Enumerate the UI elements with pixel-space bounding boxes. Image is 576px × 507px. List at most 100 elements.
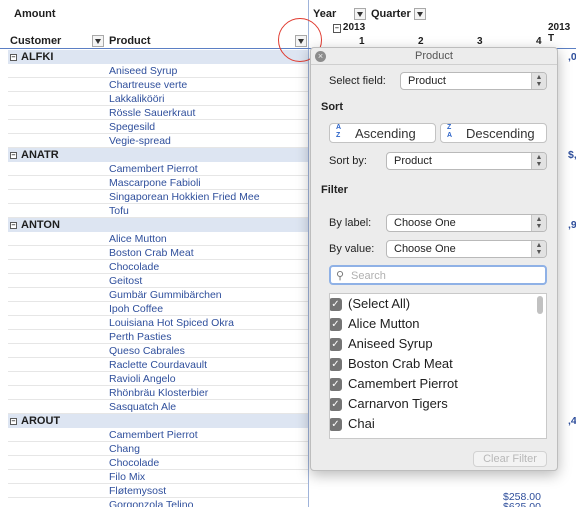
group-total: ,9 [568,219,576,231]
updown-icon: ▲ ▼ [531,73,546,89]
popover-title: × Product [311,48,557,65]
quarter-2: 2 [418,36,424,47]
group-total: ,4 [568,415,576,427]
checkbox-checked-icon[interactable]: ✓ [329,438,342,439]
by-value-label: By value: [329,243,375,255]
product-row-label[interactable]: Lakkalikööri [109,92,164,106]
quarter-filter-dropdown[interactable] [414,8,426,20]
product-row-label[interactable]: Ravioli Angelo [109,372,176,386]
checkbox-checked-icon[interactable]: ✓ [330,378,342,391]
column-divider [308,0,309,507]
filter-checkbox-list[interactable]: ✓ (Select All) ✓ Alice Mutton ✓ Aniseed Syrup… [329,293,547,439]
filter-item-label: Chai [348,416,375,431]
quarter-4: 4 [536,36,542,47]
filter-list-item[interactable]: ✓ Boston Crab Meat [330,354,453,374]
product-row-label[interactable]: Rhönbräu Klosterbier [109,386,208,400]
product-row-label[interactable]: Aniseed Syrup [109,64,177,78]
collapse-icon[interactable]: – [10,222,17,229]
product-row-label[interactable]: Rössle Sauerkraut [109,106,195,120]
updown-icon: ▲ ▼ [531,153,546,169]
quarter-3: 3 [477,36,483,47]
product-row-label[interactable]: Singaporean Hokkien Fried Mee [109,190,260,204]
list-scrollbar[interactable] [537,296,543,314]
row-divider [8,273,308,274]
filter-item-label: Alice Mutton [348,316,420,331]
updown-icon: ▲ ▼ [531,215,546,231]
quarter-header: Quarter [371,8,411,20]
value-cell: $625.00 [503,501,541,507]
product-row-label[interactable]: Queso Cabrales [109,344,185,358]
row-divider [8,119,308,120]
customer-group-row[interactable]: – ANATR [8,148,308,162]
customer-group-row[interactable]: – AROUT [8,414,308,428]
row-divider [8,469,308,470]
product-row-label[interactable]: Gorgonzola Telino [109,498,193,507]
product-row-label[interactable]: Filo Mix [109,470,145,484]
customer-header: Customer [10,35,62,47]
customer-name: ANTON [21,219,60,231]
checkbox-checked-icon[interactable]: ✓ [330,338,342,351]
filter-item-label: (Select All) [348,296,411,311]
customer-name: AROUT [21,415,61,427]
year-header: Year [313,8,337,20]
filter-item-label: Carnarvon Tigers [348,396,448,411]
sort-ascending-button[interactable]: A Z Ascending [329,123,436,143]
checkbox-checked-icon[interactable]: ✓ [330,298,342,311]
product-row-label[interactable]: Spegesild [109,120,155,134]
sort-descending-button[interactable]: Z A Descending [440,123,547,143]
filter-item-label: Camembert Pierrot [348,376,458,391]
checkbox-checked-icon[interactable]: ✓ [330,398,342,411]
filter-heading: Filter [321,184,348,196]
product-row-label[interactable]: Mascarpone Fabioli [109,176,201,190]
checkbox-checked-icon[interactable]: ✓ [330,358,342,371]
filter-list-item[interactable]: ✓ Chai [330,414,375,434]
row-divider [8,441,308,442]
product-row-label[interactable]: Perth Pasties [109,330,171,344]
collapse-icon[interactable]: – [10,54,17,61]
sort-by-dropdown[interactable]: Product ▲ ▼ [386,152,547,170]
clear-filter-button[interactable]: Clear Filter [473,451,547,467]
product-row-label[interactable]: Chocolade [109,260,159,274]
year-filter-dropdown[interactable] [354,8,366,20]
product-row-label[interactable]: Louisiana Hot Spiced Okra [109,316,234,330]
product-row-label[interactable]: Camembert Pierrot [109,428,198,442]
by-label-dropdown[interactable]: Choose One ▲ ▼ [386,214,547,232]
filter-list-item[interactable]: ✓ Carnarvon Tigers [330,394,448,414]
by-label-label: By label: [329,217,372,229]
checkbox-checked-icon[interactable]: ✓ [330,418,342,431]
product-row-label[interactable]: Fløtemysost [109,484,166,498]
collapse-icon[interactable]: – [10,152,17,159]
customer-filter-dropdown[interactable] [92,35,104,47]
group-total: ,0 [568,51,576,63]
filter-list-item[interactable]: ✓ Aniseed Syrup [330,334,433,354]
sort-za-icon: ZA [447,124,453,139]
product-row-label[interactable]: Chartreuse verte [109,78,187,92]
search-box[interactable]: ⚲ [329,265,547,285]
filter-list-item[interactable]: ✓Chang [348,434,386,438]
product-row-label[interactable]: Gumbär Gummibärchen [109,288,222,302]
product-row-label[interactable]: Sasquatch Ale [109,400,176,414]
product-row-label[interactable]: Boston Crab Meat [109,246,194,260]
customer-group-row[interactable]: – ALFKI [8,50,308,64]
by-value-dropdown[interactable]: Choose One ▲ ▼ [386,240,547,258]
select-field-dropdown[interactable]: Product ▲ ▼ [400,72,547,90]
collapse-icon[interactable]: – [10,418,17,425]
customer-group-row[interactable]: – ANTON [8,218,308,232]
filter-list-item[interactable]: ✓ Camembert Pierrot [330,374,458,394]
product-row-label[interactable]: Tofu [109,204,129,218]
filter-list-item[interactable]: ✓ Alice Mutton [330,314,420,334]
product-row-label[interactable]: Alice Mutton [109,232,167,246]
product-row-label[interactable]: Vegie-spread [109,134,171,148]
product-row-label[interactable]: Chocolade [109,456,159,470]
product-row-label[interactable]: Raclette Courdavault [109,358,207,372]
product-row-label[interactable]: Camembert Pierrot [109,162,198,176]
group-total: $,75 [568,149,576,161]
product-row-label[interactable]: Geitost [109,274,142,288]
checkbox-checked-icon[interactable]: ✓ [330,318,342,331]
product-row-label[interactable]: Chang [109,442,140,456]
close-icon[interactable]: × [315,51,326,62]
filter-list-item[interactable]: ✓ (Select All) [330,294,411,314]
product-row-label[interactable]: Ipoh Coffee [109,302,163,316]
search-input[interactable] [351,268,541,283]
customer-name: ANATR [21,149,59,161]
